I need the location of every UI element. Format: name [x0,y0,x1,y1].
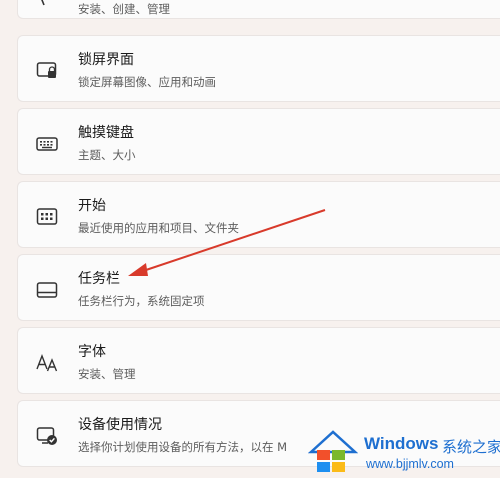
settings-item-title: 锁屏界面 [78,52,134,68]
settings-item-subtitle: 主题、大小 [78,148,136,162]
settings-item-touch-keyboard[interactable]: 触摸键盘 主题、大小 [17,108,500,175]
settings-item-subtitle: 锁定屏幕图像、应用和动画 [78,75,216,89]
settings-item-title: 任务栏 [78,271,120,287]
device-usage-icon [36,425,58,447]
font-icon [36,352,58,374]
settings-item-lock-screen[interactable]: 锁屏界面 锁定屏幕图像、应用和动画 [17,35,500,102]
settings-item-apps[interactable]: 安装、创建、管理 [17,0,500,19]
keyboard-icon [36,133,58,155]
settings-item-subtitle: 任务栏行为，系统固定项 [78,294,205,308]
settings-item-title: 设备使用情况 [78,417,162,433]
taskbar-icon [36,279,58,301]
watermark-url: www.bjjmlv.com [366,457,454,471]
app-icon [36,0,58,17]
settings-item-fonts[interactable]: 字体 安装、管理 [17,327,500,394]
settings-item-subtitle: 安装、管理 [78,367,136,381]
settings-item-subtitle: 选择你计划使用设备的所有方法，以在 M [78,440,288,454]
settings-item-title: 开始 [78,198,106,214]
settings-item-start[interactable]: 开始 最近使用的应用和项目、文件夹 [17,181,500,248]
watermark-brand: Windows [364,434,439,453]
settings-item-title: 字体 [78,344,106,360]
lock-screen-icon [36,60,58,82]
windows-flag-logo-icon [308,428,358,476]
watermark: Windows 系统之家 www.bjjmlv.com [306,426,500,478]
settings-item-subtitle: 安装、创建、管理 [78,2,170,16]
settings-list: 安装、创建、管理 锁屏界面 锁定屏幕图像、应用和动画 触摸键盘 主题、大小 开始… [0,0,500,478]
start-menu-icon [36,206,58,228]
watermark-brand-suffix: 系统之家 [442,438,500,456]
settings-item-taskbar[interactable]: 任务栏 任务栏行为，系统固定项 [17,254,500,321]
settings-item-title: 触摸键盘 [78,125,134,141]
settings-item-subtitle: 最近使用的应用和项目、文件夹 [78,221,239,235]
